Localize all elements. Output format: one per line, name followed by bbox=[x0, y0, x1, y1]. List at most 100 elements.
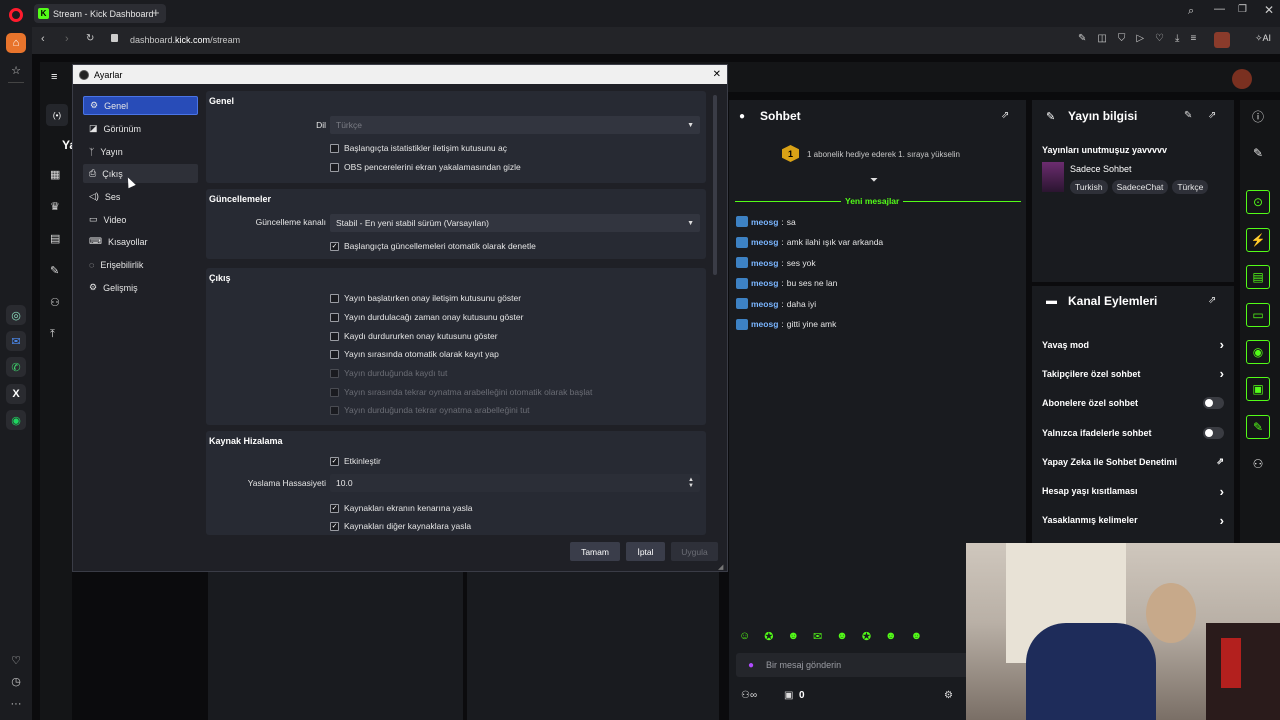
action-slow-mode[interactable]: Yavaş mod › bbox=[1042, 330, 1224, 359]
pinboard-icon[interactable]: ☆ bbox=[6, 60, 26, 80]
nav-advanced[interactable]: ⚙ Gelişmiş bbox=[83, 278, 198, 297]
document-icon[interactable]: ▤ bbox=[1246, 265, 1270, 289]
emote-icon[interactable]: ✪ bbox=[764, 630, 773, 643]
chat-username[interactable]: meosg bbox=[751, 237, 778, 247]
community-icon[interactable]: ⚇ bbox=[1246, 452, 1270, 476]
emote-icon[interactable]: ✉ bbox=[813, 630, 822, 643]
popout-icon[interactable]: ⇗ bbox=[1001, 110, 1009, 121]
shield-icon[interactable]: ⛉ bbox=[1118, 33, 1126, 44]
nav-accessibility[interactable]: ◌ Erişebilirlik bbox=[83, 255, 198, 274]
tag[interactable]: Turkish bbox=[1070, 180, 1108, 194]
emote-icon[interactable]: ☻ bbox=[885, 630, 897, 643]
checkbox-confirm-start[interactable]: Yayın başlatırken onay iletişim kutusunu… bbox=[330, 293, 521, 303]
edit-icon[interactable]: ✎ bbox=[1184, 110, 1192, 121]
checkbox-stats-dialog[interactable]: Başlangıçta istatistikler iletişim kutus… bbox=[330, 143, 507, 153]
broadcast-icon[interactable]: ◉ bbox=[1246, 340, 1270, 364]
upload-icon[interactable]: ⤒ bbox=[50, 328, 55, 341]
apply-button[interactable]: Uygula bbox=[671, 542, 718, 561]
restore-icon[interactable]: ❐ bbox=[1238, 4, 1247, 15]
update-channel-select[interactable]: Stabil - En yeni stabil sürüm (Varsayıla… bbox=[330, 214, 700, 232]
history-icon[interactable]: ◷ bbox=[6, 671, 26, 691]
menu-icon[interactable]: ≡ bbox=[1190, 33, 1196, 44]
community-icon[interactable]: ⚇∞ bbox=[741, 690, 757, 701]
checkbox-box[interactable] bbox=[330, 162, 339, 172]
checkbox-snap-other-sources[interactable]: ✓ Kaynakları diğer kaynaklara yasla bbox=[330, 521, 471, 531]
chatgpt-icon[interactable]: ◎ bbox=[6, 305, 26, 325]
checkbox-hide-capture[interactable]: OBS pencerelerini ekran yakalamasından g… bbox=[330, 162, 521, 172]
subscribers-only-toggle[interactable] bbox=[1203, 397, 1224, 410]
live-icon[interactable]: (•) bbox=[46, 104, 68, 126]
category-name[interactable]: Sadece Sohbet bbox=[1070, 164, 1132, 174]
action-banned-words[interactable]: Yasaklanmış kelimeler › bbox=[1042, 506, 1224, 535]
nav-hotkeys[interactable]: ⌨ Kısayollar bbox=[83, 232, 198, 251]
download-icon[interactable]: ⤓ bbox=[1175, 33, 1179, 44]
home-icon[interactable]: ⌂ bbox=[6, 33, 26, 53]
nav-appearance[interactable]: ◪ Görünüm bbox=[83, 119, 198, 138]
checkbox-box[interactable] bbox=[330, 349, 339, 359]
whatsapp-icon[interactable]: ✆ bbox=[6, 357, 26, 377]
pinned-icon[interactable]: ⏷ bbox=[870, 175, 878, 186]
profile-avatar[interactable] bbox=[1214, 32, 1230, 48]
back-icon[interactable]: ‹ bbox=[41, 33, 45, 45]
nav-output[interactable]: ⎙ Çıkış bbox=[83, 164, 198, 183]
bolt-icon[interactable]: ⚡ bbox=[1246, 228, 1270, 252]
action-account-age[interactable]: Hesap yaşı kısıtlaması › bbox=[1042, 476, 1224, 505]
checkbox-box[interactable]: ✓ bbox=[330, 503, 339, 513]
user-avatar[interactable] bbox=[1232, 69, 1252, 89]
checkbox-box[interactable] bbox=[330, 312, 339, 322]
action-followers-only[interactable]: Takipçilere özel sohbet › bbox=[1042, 359, 1224, 388]
new-tab-icon[interactable]: + bbox=[152, 5, 160, 20]
target-icon[interactable]: ⊙ bbox=[1246, 190, 1270, 214]
library-icon[interactable]: ▤ bbox=[50, 232, 60, 245]
checkbox-box[interactable] bbox=[330, 293, 339, 303]
checkbox-auto-update[interactable]: ✓ Başlangıçta güncellemeleri otomatik ola… bbox=[330, 241, 536, 251]
chat-settings-icon[interactable]: ⚙ bbox=[944, 690, 953, 701]
aria-button[interactable]: ✧AI bbox=[1255, 33, 1271, 44]
checkbox-confirm-stop-record[interactable]: Kaydı durdururken onay kutusunu göster bbox=[330, 331, 498, 341]
tag[interactable]: Türkçe bbox=[1172, 180, 1209, 194]
emote-only-toggle[interactable] bbox=[1203, 426, 1224, 439]
tag[interactable]: SadeceChat bbox=[1111, 180, 1169, 194]
emote-icon[interactable]: ✪ bbox=[862, 630, 871, 643]
checkbox-snap-screen-edge[interactable]: ✓ Kaynakları ekranın kenarına yasla bbox=[330, 503, 473, 513]
calendar-icon[interactable]: ▦ bbox=[50, 168, 60, 181]
checkbox-box[interactable]: ✓ bbox=[330, 521, 339, 531]
url-field[interactable]: dashboard.kick.com/stream bbox=[130, 35, 240, 45]
nav-audio[interactable]: ◁) Ses bbox=[83, 187, 198, 206]
favorite-icon[interactable]: ♡ bbox=[1155, 33, 1164, 44]
play-icon[interactable]: ▷ bbox=[1136, 33, 1144, 44]
close-icon[interactable]: ✕ bbox=[713, 69, 721, 80]
action-ai-moderation[interactable]: Yapay Zeka ile Sohbet Denetimi ⇗ bbox=[1042, 447, 1224, 476]
edit-icon[interactable]: ✎ bbox=[1078, 33, 1086, 44]
emote-icon[interactable]: ☺ bbox=[739, 630, 750, 643]
resize-grip-icon[interactable]: ◢ bbox=[718, 563, 723, 571]
messenger-icon[interactable]: ✉ bbox=[6, 331, 26, 351]
nav-stream[interactable]: ᛉ Yayın bbox=[83, 142, 198, 161]
search-tabs-icon[interactable]: ⌕ bbox=[1188, 5, 1194, 18]
hamburger-icon[interactable]: ≡ bbox=[51, 71, 57, 83]
emote-icon[interactable]: ☻ bbox=[787, 630, 799, 643]
nav-video[interactable]: ▭ Video bbox=[83, 210, 198, 229]
language-select[interactable]: Türkçe ▼ bbox=[330, 116, 700, 134]
forward-icon[interactable]: › bbox=[65, 33, 69, 45]
nav-general[interactable]: ⚙ Genel bbox=[83, 96, 198, 115]
camera-icon[interactable]: ◫ bbox=[1097, 33, 1106, 44]
spotify-icon[interactable]: ◉ bbox=[6, 410, 26, 430]
checkbox-confirm-stop[interactable]: Yayın durdulacağı zaman onay kutusunu gö… bbox=[330, 312, 523, 322]
cancel-button[interactable]: İptal bbox=[626, 542, 665, 561]
checkbox-box[interactable] bbox=[330, 143, 339, 153]
more-icon[interactable]: ··· bbox=[6, 694, 26, 714]
chat-username[interactable]: meosg bbox=[751, 299, 778, 309]
popout-icon[interactable]: ⇗ bbox=[1208, 110, 1216, 121]
reload-icon[interactable]: ↻ bbox=[86, 33, 94, 44]
checkbox-box[interactable] bbox=[330, 331, 339, 341]
chat-username[interactable]: meosg bbox=[751, 319, 778, 329]
wrench-icon[interactable]: ✎ bbox=[1246, 415, 1270, 439]
chat-username[interactable]: meosg bbox=[751, 217, 778, 227]
checkbox-auto-record[interactable]: Yayın sırasında otomatik olarak kayıt ya… bbox=[330, 349, 499, 359]
ok-button[interactable]: Tamam bbox=[570, 542, 620, 561]
chat-username[interactable]: meosg bbox=[751, 258, 778, 268]
checkbox-enable-snapping[interactable]: ✓ Etkinleştir bbox=[330, 456, 381, 466]
heart-icon[interactable]: ♡ bbox=[6, 650, 26, 670]
sensitivity-spinbox[interactable]: 10.0 ▲ ▼ bbox=[330, 474, 700, 492]
